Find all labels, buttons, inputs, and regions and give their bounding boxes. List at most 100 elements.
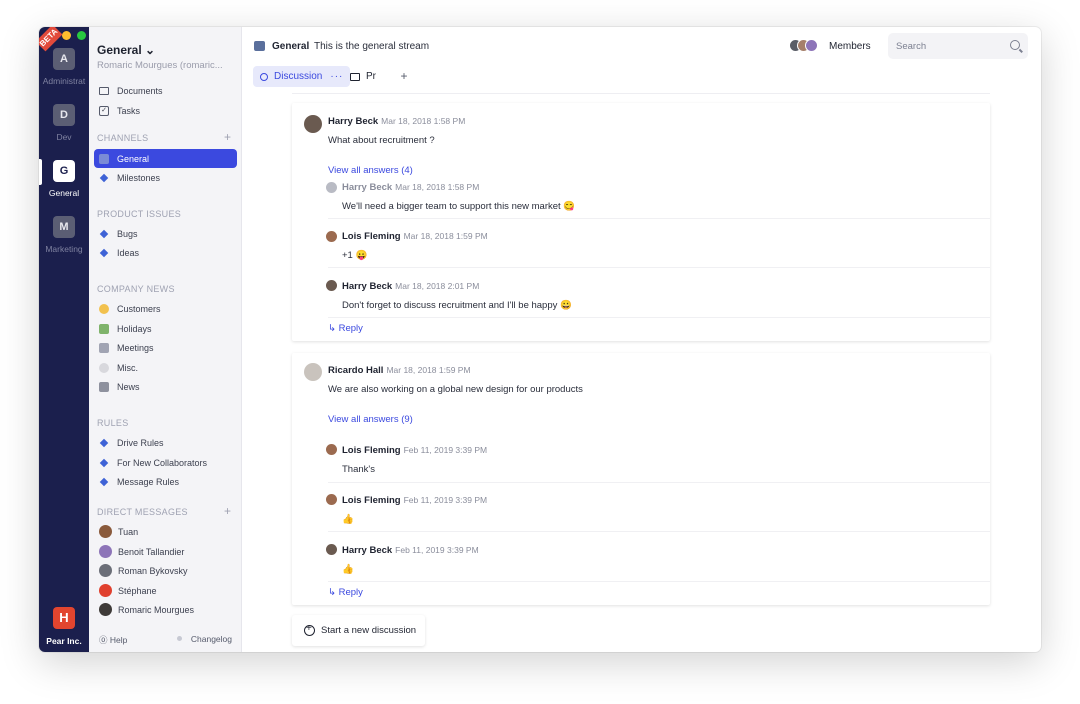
message-author[interactable]: Harry Beck [342, 281, 392, 292]
thread-root-message: Ricardo Hall Mar 18, 2018 1:59 PM We are … [328, 365, 583, 395]
reply-button[interactable]: ↳ Reply [328, 323, 363, 334]
newspaper-icon [99, 381, 109, 392]
sidebar-item-documents[interactable]: Documents [94, 81, 237, 100]
workspace-tile: A [53, 48, 75, 70]
message-text: What about recruitment ? [328, 135, 435, 146]
maximize-window-button[interactable] [77, 31, 86, 40]
message-text: +1 😛 [342, 250, 368, 261]
workspace-name: General [48, 188, 80, 198]
palm-tree-icon [99, 323, 109, 334]
sidebar-item-holidays[interactable]: Holidays [94, 319, 237, 338]
message-author[interactable]: Lois Fleming [342, 231, 401, 242]
dm-name: Roman Bykovsky [118, 565, 188, 576]
add-tab-button[interactable]: + [395, 66, 413, 87]
more-options-icon[interactable]: ··· [330, 71, 343, 82]
reply-divider [328, 531, 990, 532]
tab-discussion[interactable]: Discussion ··· [253, 66, 351, 87]
changelog-link[interactable]: Changelog [191, 634, 232, 644]
section-product-issues: PRODUCT ISSUES [97, 209, 182, 219]
avatar [99, 603, 112, 616]
discussion-thread: Ricardo Hall Mar 18, 2018 1:59 PM We are … [292, 353, 990, 605]
sidebar-item-ideas[interactable]: Ideas [94, 243, 237, 262]
message-author[interactable]: Lois Fleming [342, 445, 401, 456]
view-all-answers-link[interactable]: View all answers (9) [328, 414, 413, 425]
diamond-icon [99, 477, 109, 486]
sidebar-item-misc[interactable]: Misc. [94, 358, 237, 377]
sidebar-item-message-rules[interactable]: Message Rules [94, 472, 237, 491]
workspace-administration[interactable]: A Administrat [39, 48, 89, 86]
section-direct-messages: DIRECT MESSAGES [97, 507, 188, 517]
sidebar-item-general[interactable]: General [94, 149, 237, 168]
handshake-icon [99, 303, 109, 314]
avatar [326, 444, 337, 455]
sidebar-item-label: Tasks [117, 105, 141, 116]
org-logo[interactable]: H [53, 607, 75, 629]
sidebar-item-customers[interactable]: Customers [94, 299, 237, 318]
members-button[interactable]: Members [789, 39, 871, 53]
dm-name: Stéphane [118, 585, 157, 596]
sidebar-item-milestones[interactable]: Milestones [94, 168, 237, 187]
dm-item-tuan[interactable]: Tuan [94, 522, 237, 541]
tab-documents[interactable]: Pr [343, 66, 383, 87]
avatar [304, 115, 322, 133]
start-discussion-button[interactable]: Start a new discussion [292, 615, 425, 646]
avatar [326, 494, 337, 505]
tab-label: Pr [366, 71, 376, 82]
message-author[interactable]: Harry Beck [328, 116, 378, 127]
sidebar-item-drive-rules[interactable]: Drive Rules [94, 433, 237, 452]
app-window: BETA A Administrat D Dev G General M Mar… [39, 27, 1041, 652]
view-all-answers-link[interactable]: View all answers (4) [328, 165, 413, 176]
sidebar-item-news[interactable]: News [94, 377, 237, 396]
dm-item-roman[interactable]: Roman Bykovsky [94, 561, 237, 580]
avatar [326, 231, 337, 242]
workspace-name: Marketing [45, 244, 83, 254]
section-company-news: COMPANY NEWS [97, 284, 175, 294]
workspace-tile: D [53, 104, 75, 126]
dm-item-romaric[interactable]: Romaric Mourgues [94, 600, 237, 619]
message-author[interactable]: Ricardo Hall [328, 365, 383, 376]
minimize-window-button[interactable] [62, 31, 71, 40]
sidebar-item-label: Message Rules [117, 476, 180, 487]
dm-item-stephane[interactable]: Stéphane [94, 581, 237, 600]
message-timestamp: Feb 11, 2019 3:39 PM [403, 445, 488, 455]
folder-icon [350, 72, 360, 81]
checkbox-icon: ✓ [99, 105, 109, 116]
reply-message: Harry Beck Feb 11, 2019 3:39 PM 👍 [342, 545, 479, 575]
search-icon [1010, 40, 1020, 50]
reply-message: Harry Beck Mar 18, 2018 1:58 PM We'll nee… [342, 182, 575, 212]
message-author[interactable]: Harry Beck [342, 545, 392, 556]
add-dm-icon[interactable]: + [224, 504, 231, 518]
section-channels: CHANNELS [97, 133, 149, 143]
sidebar-item-bugs[interactable]: Bugs [94, 224, 237, 243]
message-author[interactable]: Lois Fleming [342, 495, 401, 506]
calendar-icon [99, 342, 109, 353]
message-timestamp: Feb 11, 2019 3:39 PM [395, 545, 479, 555]
folder-icon [99, 86, 109, 95]
message-text: We are also working on a global new desi… [328, 384, 583, 395]
sidebar-item-tasks[interactable]: ✓ Tasks [94, 101, 237, 120]
reply-button[interactable]: ↳ Reply [328, 587, 363, 598]
help-link[interactable]: ⓪ Help [99, 634, 127, 646]
sidebar-item-meetings[interactable]: Meetings [94, 338, 237, 357]
members-label: Members [829, 40, 871, 52]
reply-message: Lois Fleming Feb 11, 2019 3:39 PM 👍 [342, 495, 487, 525]
sidebar-item-label: Misc. [117, 362, 138, 373]
message-text: We'll need a bigger team to support this… [342, 201, 576, 212]
workspace-dev[interactable]: D Dev [39, 104, 89, 142]
search-input[interactable]: Search [888, 33, 1028, 59]
add-channel-icon[interactable]: + [224, 130, 231, 144]
workspace-rail: BETA A Administrat D Dev G General M Mar… [39, 27, 89, 652]
message-text: 👍 [342, 514, 354, 525]
sidebar-item-new-collaborators[interactable]: For New Collaborators [94, 453, 237, 472]
plus-circle-icon [304, 623, 315, 636]
message-text: Thank's [342, 464, 375, 475]
workspace-marketing[interactable]: M Marketing [39, 216, 89, 254]
diamond-icon [99, 438, 109, 447]
workspace-title[interactable]: General ⌄ [97, 43, 155, 57]
diamond-icon [99, 458, 109, 467]
message-timestamp: Mar 18, 2018 1:59 PM [403, 231, 488, 241]
message-timestamp: Mar 18, 2018 1:58 PM [381, 116, 466, 126]
dm-item-benoit[interactable]: Benoit Tallandier [94, 542, 237, 561]
workspace-general[interactable]: G General [39, 160, 89, 198]
message-author[interactable]: Harry Beck [342, 182, 392, 193]
